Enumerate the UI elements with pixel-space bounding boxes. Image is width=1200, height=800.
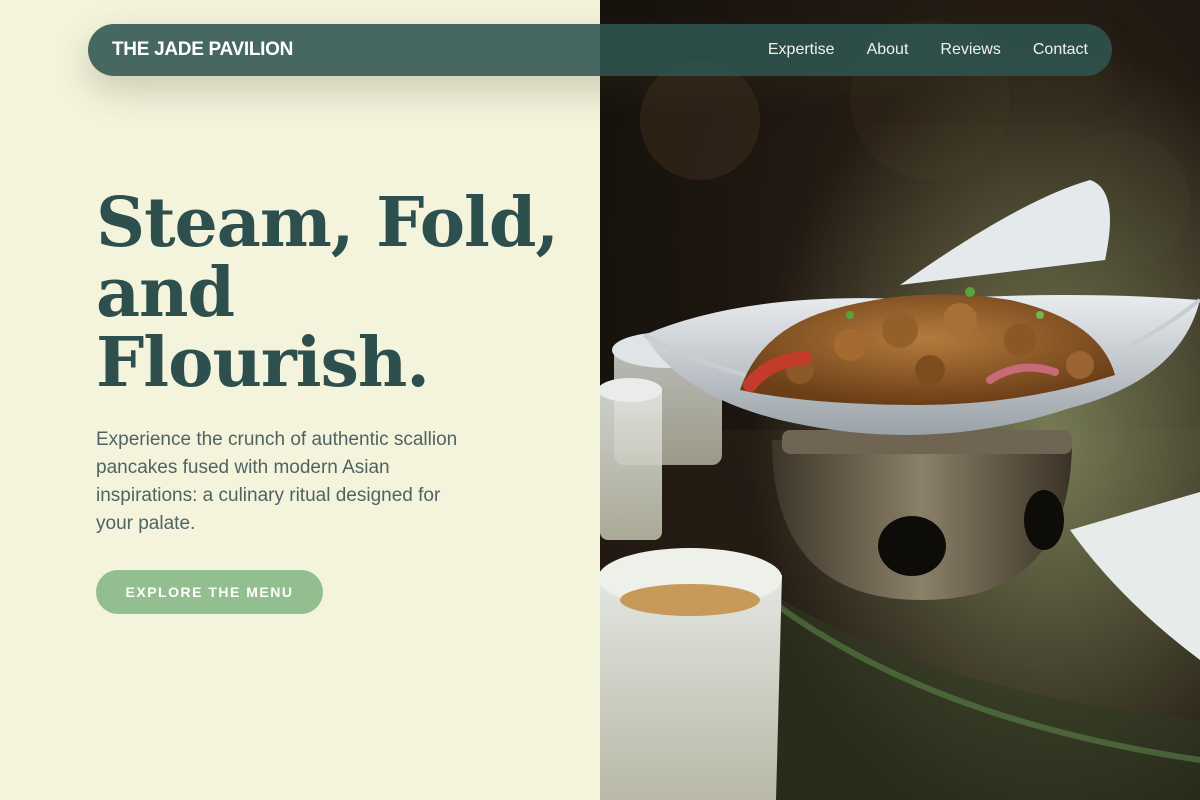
nav-link-about[interactable]: About (867, 41, 909, 59)
nav-link-reviews[interactable]: Reviews (940, 41, 1000, 59)
brand-logo[interactable]: THE JADE PAVILION (112, 39, 293, 61)
headline-line-3: Flourish. (96, 323, 430, 403)
top-navigation: THE JADE PAVILION Expertise About Review… (88, 24, 1112, 76)
headline-line-2: and (96, 253, 235, 333)
hero-headline: Steam, Fold, and Flourish. (96, 188, 576, 398)
explore-menu-button[interactable]: EXPLORE THE MENU (96, 570, 323, 614)
nav-links: Expertise About Reviews Contact (768, 41, 1088, 59)
headline-line-1: Steam, Fold, (96, 183, 559, 263)
nav-link-contact[interactable]: Contact (1033, 41, 1088, 59)
hero-subtext: Experience the crunch of authentic scall… (96, 429, 458, 534)
hero-photo (600, 0, 1200, 800)
nav-link-expertise[interactable]: Expertise (768, 41, 835, 59)
food-photo-illustration (600, 0, 1200, 800)
